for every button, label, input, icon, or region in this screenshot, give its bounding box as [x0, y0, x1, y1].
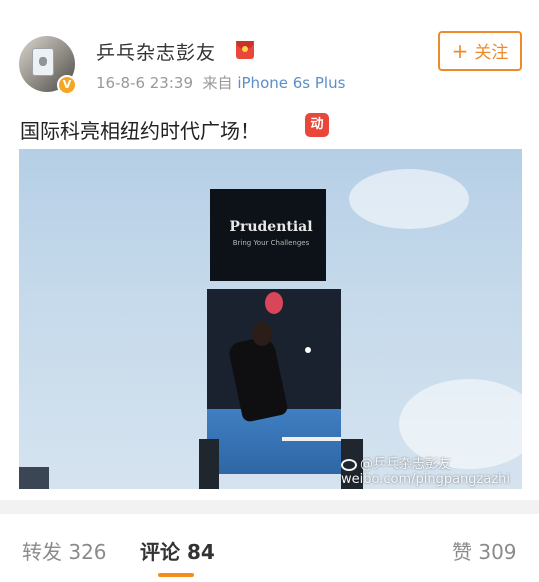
billboard-tower: Prudential Bring Your Challenges [199, 189, 363, 489]
player-head [252, 322, 272, 346]
tab-like[interactable]: 赞 309 [452, 536, 517, 565]
billboard-tagline: Bring Your Challenges [232, 239, 310, 247]
ball [305, 347, 311, 353]
watermark-url: weibo.com/pingpangzazhi [341, 472, 511, 487]
billboard-screen [207, 289, 341, 474]
billboard-top: Prudential Bring Your Challenges [210, 189, 326, 281]
tower-base [199, 439, 219, 489]
device-link[interactable]: iPhone 6s Plus [237, 74, 345, 92]
post-time: 16-8-6 23:39 [96, 74, 193, 92]
watermark-handle: @乒乓杂志彭友 [360, 457, 452, 472]
source-prefix: 来自 [202, 74, 233, 92]
divider [0, 500, 539, 514]
red-packet-icon[interactable] [236, 41, 254, 59]
weibo-logo-icon [341, 458, 357, 471]
follow-button[interactable]: + 关注 [438, 31, 522, 71]
tab-repost[interactable]: 转发 326 [22, 536, 107, 565]
paddle-icon [265, 292, 283, 314]
post-photo[interactable]: Prudential Bring Your Challenges @乒乓杂志彭友… [19, 149, 522, 489]
tab-active-indicator [158, 573, 194, 577]
building [19, 467, 49, 489]
billboard-brand: Prudential [229, 219, 313, 235]
post-header: V 乒乓杂志彭友 16-8-6 23:39 来自 iPhone 6s Plus … [0, 0, 539, 104]
apple-logo-icon [32, 48, 54, 76]
emoji-icon: 动 [305, 113, 329, 137]
post-text: 国际科亮相纽约时代广场！ [20, 119, 260, 143]
follow-label: 关注 [474, 43, 509, 63]
post-meta: 16-8-6 23:39 来自 iPhone 6s Plus [96, 72, 345, 93]
tab-comment[interactable]: 评论 84 [140, 536, 215, 565]
cloud [349, 169, 469, 229]
table-edge [282, 437, 341, 441]
username[interactable]: 乒乓杂志彭友 [96, 38, 216, 65]
verified-badge-icon: V [57, 75, 77, 95]
plus-icon: + [451, 39, 469, 63]
photo-watermark: @乒乓杂志彭友 weibo.com/pingpangzazhi [341, 453, 510, 487]
screen-floor [207, 409, 341, 474]
